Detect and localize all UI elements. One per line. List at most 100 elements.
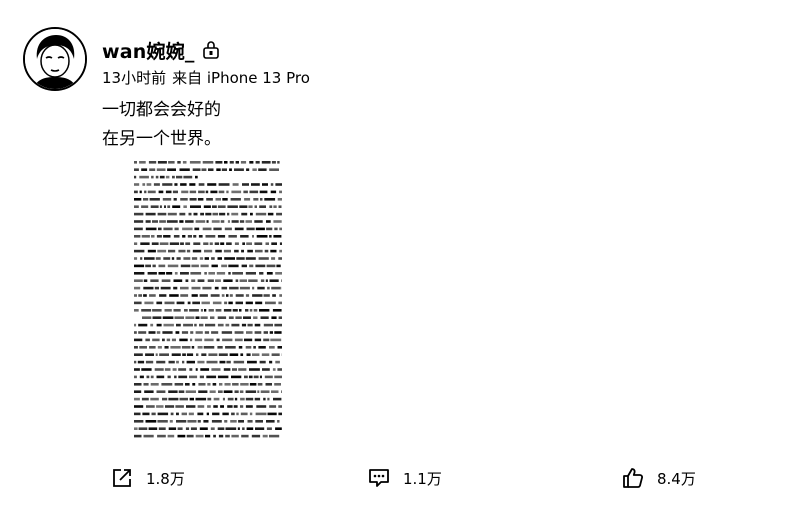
document-text-mark (245, 346, 252, 349)
document-text-mark (204, 272, 207, 275)
document-text-mark (157, 212, 167, 216)
document-text-mark (247, 420, 253, 423)
document-text-mark (173, 198, 177, 201)
document-text-mark (148, 427, 158, 430)
document-text-mark (149, 198, 160, 201)
document-text-mark (140, 257, 143, 260)
document-text-mark (222, 397, 225, 401)
document-text-mark (155, 257, 161, 260)
document-text-mark (197, 198, 204, 201)
document-text-mark (195, 316, 200, 319)
document-text-mark (134, 420, 144, 423)
document-text-mark (194, 323, 197, 327)
document-text-mark (239, 220, 245, 223)
avatar[interactable] (23, 27, 87, 91)
document-text-mark (255, 161, 260, 164)
comment-button[interactable]: 1.1万 (367, 462, 442, 494)
document-text-mark (266, 420, 275, 423)
document-text-mark (266, 227, 273, 231)
member-badge-icon[interactable] (201, 40, 221, 60)
document-text-mark (228, 264, 239, 268)
document-text-mark (257, 390, 260, 393)
document-text-mark (259, 360, 266, 364)
document-text-mark (197, 346, 203, 349)
document-text-mark (187, 235, 192, 238)
document-text-mark (198, 190, 205, 194)
document-text-mark (147, 249, 156, 253)
post-text-line: 在另一个世界。 (102, 129, 221, 149)
document-text-mark (179, 220, 184, 223)
document-text-mark (278, 405, 282, 408)
document-text-mark (213, 434, 216, 438)
document-text-mark (164, 309, 172, 312)
document-text-mark (271, 390, 279, 393)
document-text-mark (213, 405, 218, 408)
document-text-mark (259, 205, 266, 208)
document-text-mark (208, 272, 215, 275)
document-text-mark (269, 205, 273, 208)
document-text-mark (134, 346, 138, 349)
document-text-mark (180, 198, 188, 201)
document-text-mark (156, 375, 165, 379)
document-text-mark (156, 360, 166, 364)
document-text-mark (174, 316, 184, 319)
document-text-mark (277, 161, 280, 164)
document-text-mark (241, 434, 249, 438)
document-text-mark (275, 360, 280, 364)
document-text-mark (260, 279, 265, 282)
document-text-mark (212, 412, 220, 416)
document-text-mark (263, 294, 270, 297)
document-text-mark (234, 331, 244, 334)
document-text-mark (142, 183, 146, 186)
document-text-mark (255, 301, 263, 305)
document-text-mark (143, 383, 149, 386)
document-text-mark (275, 183, 282, 186)
document-text-mark (232, 309, 238, 312)
document-text-mark (251, 434, 261, 438)
document-text-mark (189, 397, 194, 401)
document-text-mark (169, 242, 180, 245)
document-text-mark (166, 272, 173, 275)
document-text-mark (234, 168, 244, 171)
document-text-mark (176, 257, 181, 260)
document-text-mark (202, 161, 214, 164)
document-text-mark (183, 175, 193, 179)
author-name[interactable]: wan婉婉_ (102, 37, 195, 64)
like-button[interactable]: 8.4万 (621, 462, 696, 494)
document-text-mark (218, 190, 225, 194)
document-text-mark (278, 205, 282, 208)
document-text-mark (177, 161, 181, 164)
repost-button[interactable]: 1.8万 (110, 462, 185, 494)
post-meta: 13小时前 来自 iPhone 13 Pro (102, 67, 310, 88)
document-text-mark (197, 405, 205, 408)
document-text-mark (254, 323, 261, 327)
document-text-mark (241, 264, 247, 268)
post-image-thumbnail[interactable] (132, 158, 284, 442)
document-text-mark (180, 242, 184, 245)
document-text-mark (189, 161, 201, 164)
document-text-mark (226, 242, 232, 245)
document-text-mark (148, 331, 156, 334)
document-text-mark (204, 338, 214, 342)
post-time[interactable]: 13小时前 (102, 69, 166, 87)
document-text-mark (194, 227, 200, 231)
document-text-mark (191, 346, 195, 349)
document-text-mark (254, 242, 263, 245)
document-text-mark (240, 397, 245, 401)
document-text-mark (143, 294, 147, 297)
document-text-mark (215, 279, 221, 282)
document-text-mark (192, 383, 196, 386)
document-text-mark (200, 368, 210, 371)
document-text-mark (190, 331, 194, 334)
document-text-mark (138, 323, 148, 327)
document-text-mark (157, 412, 169, 416)
document-text-mark (199, 323, 204, 327)
document-text-mark (184, 309, 188, 312)
document-text-mark (187, 301, 191, 305)
document-text-mark (269, 405, 277, 408)
document-text-mark (134, 190, 138, 194)
document-text-mark (249, 264, 254, 268)
document-text-mark (271, 242, 277, 245)
document-page-graphic (134, 161, 282, 438)
document-text-mark (156, 168, 166, 171)
